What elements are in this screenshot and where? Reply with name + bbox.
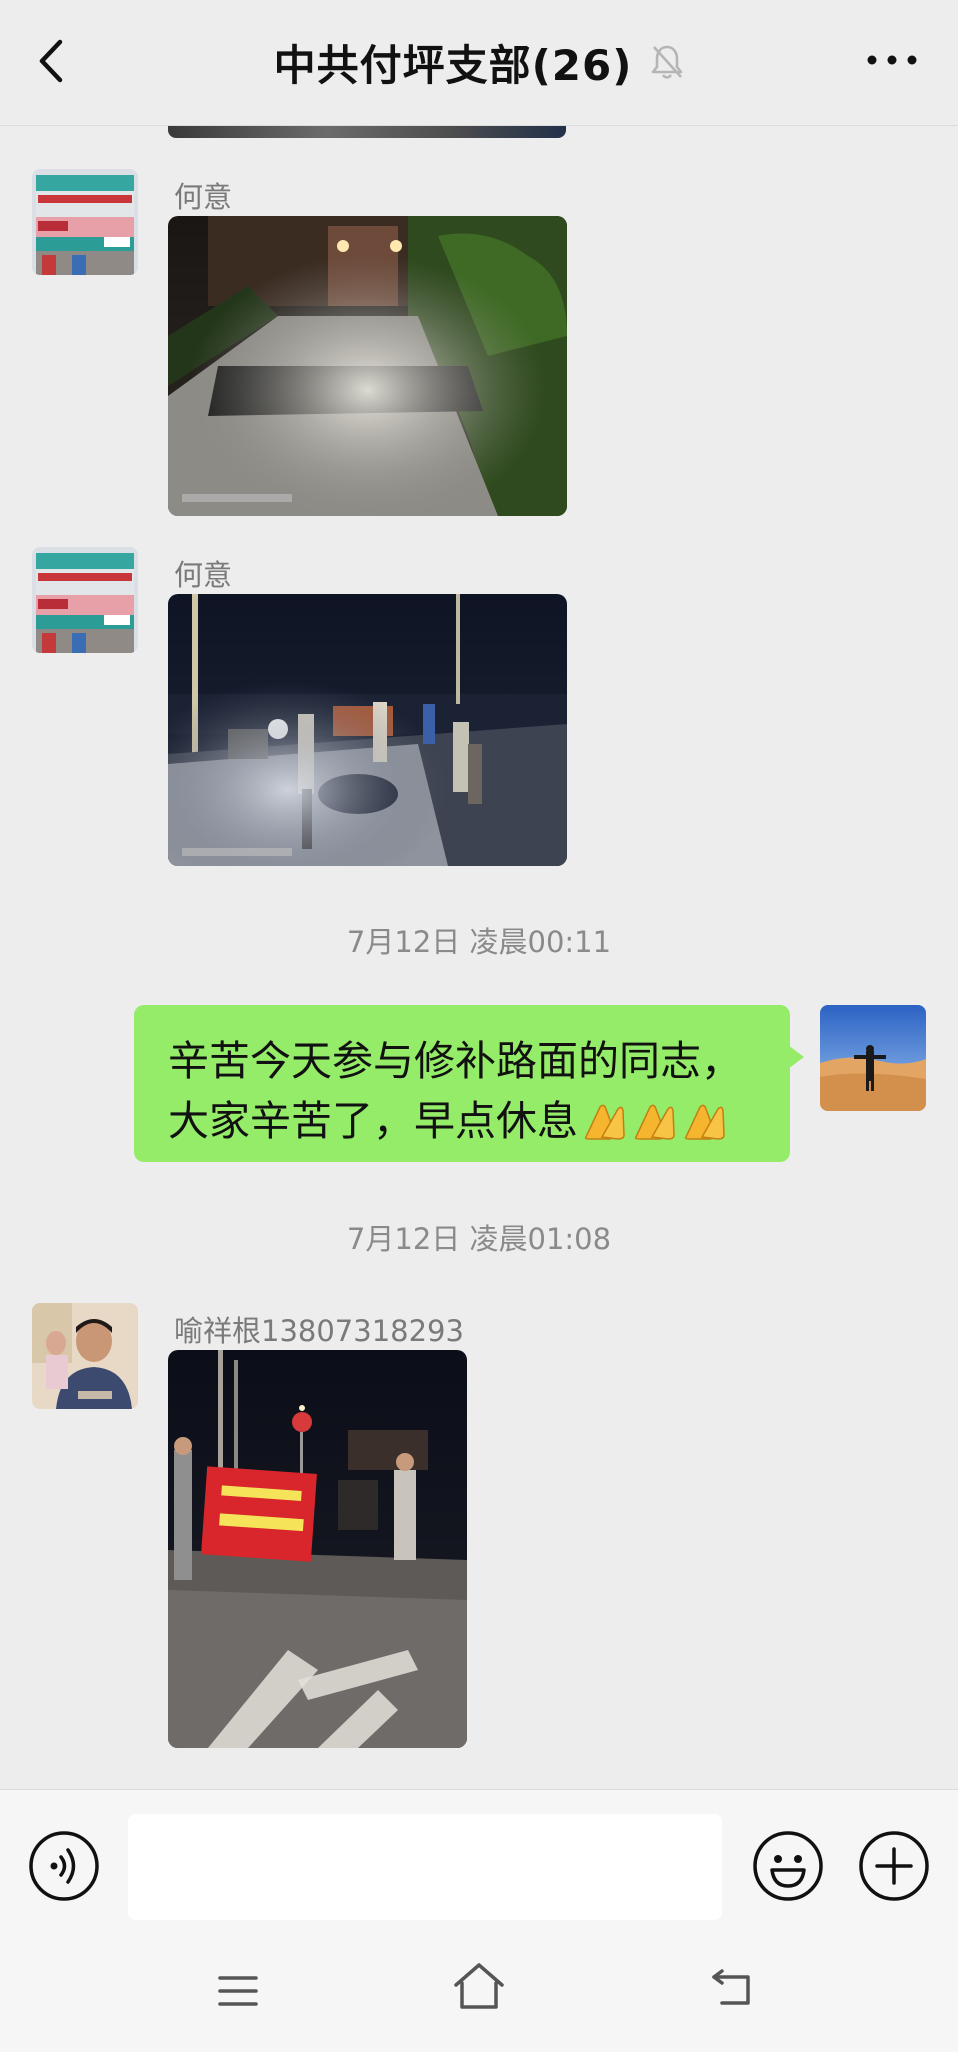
man-avatar-image [32,1303,138,1409]
voice-icon [29,1831,99,1901]
plus-circle-icon [859,1831,929,1901]
road-repair-night-photo [168,216,567,516]
back-arrow-icon [712,1969,750,2005]
timestamp: 7月12日 凌晨01:08 [346,1222,612,1256]
chat-header: 中共付坪支部(26) [0,0,958,126]
menu-icon [218,1976,258,2006]
timestamp: 7月12日 凌晨00:11 [346,925,612,959]
outgoing-text-bubble[interactable]: 辛苦今天参与修补路面的同志， 大家辛苦了，早点休息 [134,1005,804,1162]
more-functions-button[interactable] [858,1830,930,1902]
avatar[interactable] [32,169,138,275]
home-icon [454,1963,504,2009]
avatar[interactable] [32,547,138,653]
emoji-button[interactable] [752,1830,824,1902]
title-wrap: 中共付坪支部(26) [0,34,958,90]
smiley-icon [753,1831,823,1901]
workers-night-photo [168,594,567,866]
bell-muted-icon [652,45,683,79]
system-navigation-bar [0,1927,958,2052]
storefront-avatar-image [32,169,138,275]
desert-avatar-image [820,1005,926,1111]
storefront-avatar-image [32,547,138,653]
input-bar [0,1789,958,1927]
pray-hands-icon [684,1104,725,1140]
sender-name: 喻祥根13807318293 [174,1314,464,1348]
sender-name: 何意 [174,180,233,214]
nav-back-button[interactable] [708,1965,754,2009]
chat-scroll-area[interactable]: 何意 何意 7月12日 凌晨00:11 辛苦今天参与修补路面的同志， 大家辛苦了… [0,126,958,1789]
nav-home-button[interactable] [452,1961,506,2011]
pray-hands-icon [634,1104,675,1140]
more-button[interactable] [866,48,918,72]
bubble-text: 大家辛苦了，早点休息 [168,1097,578,1145]
my-avatar[interactable] [820,1005,926,1111]
ellipsis-icon [867,55,917,65]
message-input[interactable] [128,1814,722,1920]
bubble-text-line: 大家辛苦了，早点休息 [168,1091,764,1151]
nav-menu-button[interactable] [216,1973,260,2009]
pray-hands-icon [584,1104,625,1140]
bubble-text-line: 辛苦今天参与修补路面的同志， [168,1037,742,1085]
image-message[interactable] [168,216,567,516]
voice-button[interactable] [28,1830,100,1902]
chat-title[interactable]: 中共付坪支部(26) [274,32,633,93]
group-with-red-banner-photo [168,1350,467,1748]
image-message[interactable] [168,1350,467,1748]
sender-name: 何意 [174,558,233,592]
image-message[interactable] [168,594,567,866]
avatar[interactable] [32,1303,138,1409]
partial-image-message[interactable] [168,126,566,138]
